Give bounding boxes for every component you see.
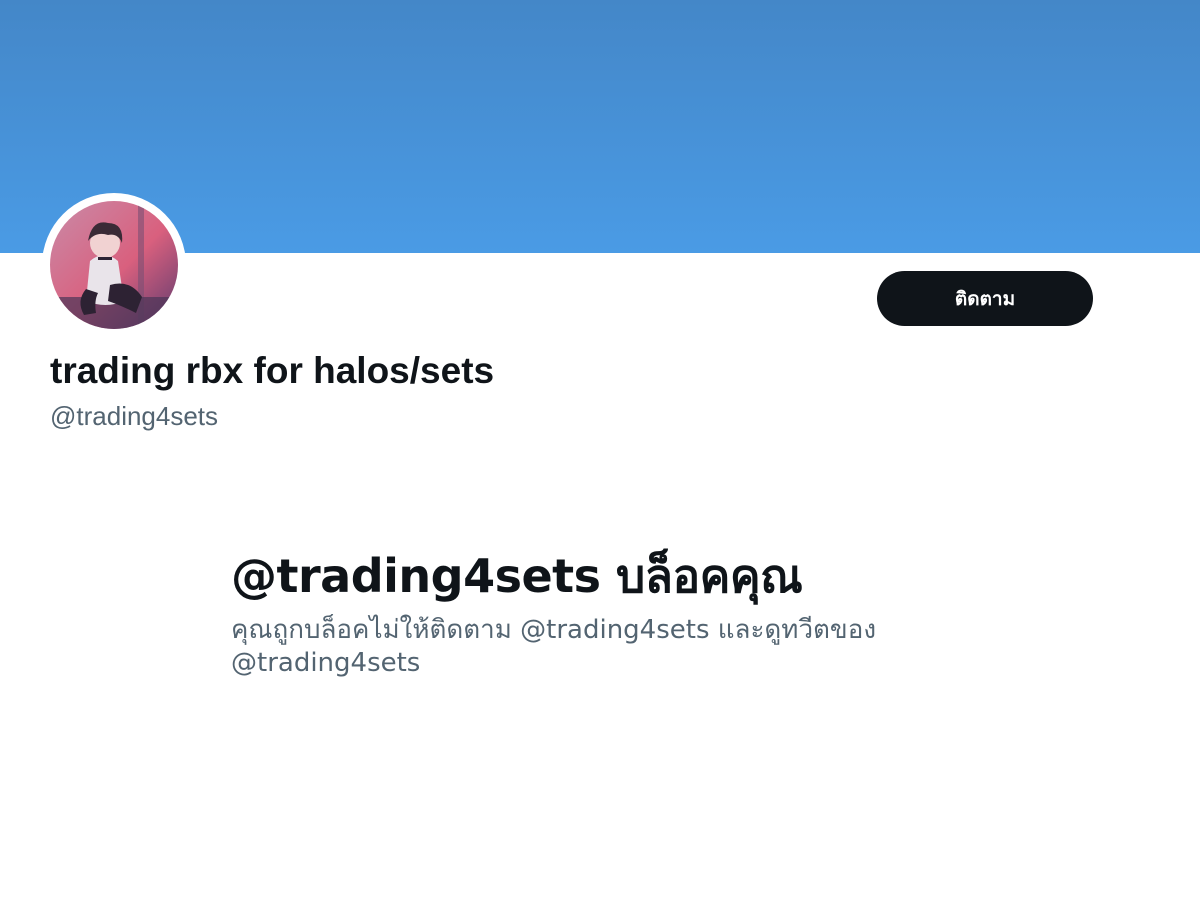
profile-display-name: trading rbx for halos/sets [50,350,495,391]
profile-handle: @trading4sets [50,401,219,431]
follow-button[interactable]: ติดตาม [877,271,1093,326]
blocked-message-line-2: @trading4sets [231,648,421,678]
avatar[interactable] [50,201,178,329]
blocked-message-line-1: คุณถูกบล็อคไม่ให้ติดตาม @trading4sets แล… [231,615,877,645]
anime-character-avatar-icon [50,201,178,329]
blocked-message: คุณถูกบล็อคไม่ให้ติดตาม @trading4sets แล… [231,614,931,680]
profile-page: ติดตาม trading rbx for halos/sets @tradi… [0,0,1200,900]
profile-banner[interactable] [0,0,1200,253]
blocked-heading: @trading4sets บล็อคคุณ [231,549,803,603]
